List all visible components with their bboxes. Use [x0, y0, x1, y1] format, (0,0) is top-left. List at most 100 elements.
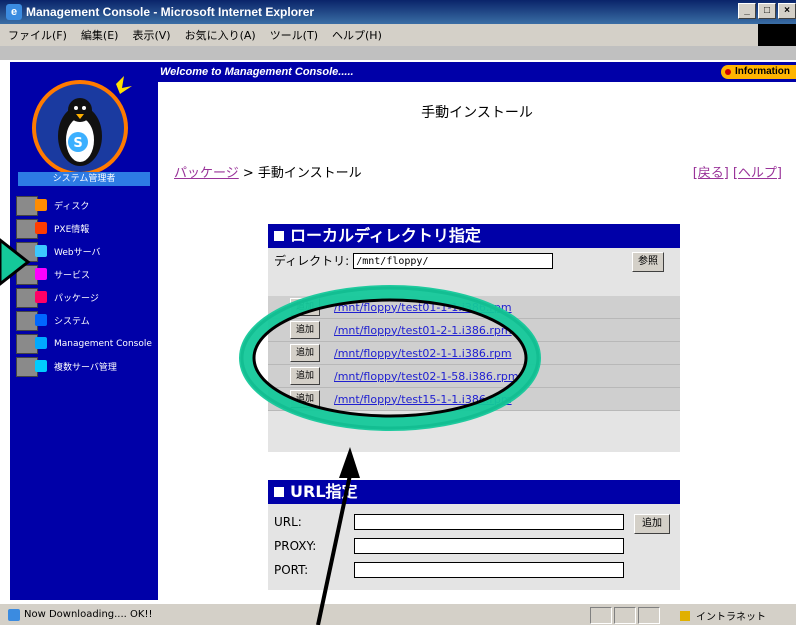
- directory-row: ディレクトリ: /mnt/floppy/: [274, 252, 554, 269]
- information-button[interactable]: Information: [721, 65, 796, 79]
- directory-input[interactable]: /mnt/floppy/: [353, 252, 554, 269]
- heading-square-icon: [274, 231, 284, 241]
- browse-button[interactable]: 参照: [632, 252, 664, 272]
- sidebar-item-multi-server[interactable]: 複数サーバ管理: [16, 355, 156, 378]
- list-item: 追加 /mnt/floppy/test01-2-1.i386.rpm: [268, 319, 680, 342]
- package-link[interactable]: /mnt/floppy/test15-1-1.i386.rpm: [334, 393, 512, 406]
- welcome-text: Welcome to Management Console.....: [160, 66, 354, 78]
- sidebar-item-label: パッケージ: [54, 294, 99, 304]
- add-package-button[interactable]: 追加: [290, 321, 320, 339]
- url-heading: URL指定: [268, 480, 680, 504]
- local-directory-heading: ローカルディレクトリ指定: [268, 224, 680, 248]
- port-input[interactable]: [354, 562, 624, 578]
- windows-logo-icon: [758, 24, 796, 46]
- breadcrumb-current: 手動インストール: [257, 166, 362, 181]
- list-item: 追加 /mnt/floppy/test02-1-58.i386.rpm: [268, 365, 680, 388]
- package-link[interactable]: /mnt/floppy/test02-1-1.i386.rpm: [334, 347, 512, 360]
- svg-text:S: S: [73, 136, 82, 151]
- status-segment: [614, 607, 636, 624]
- zone-text: イントラネット: [696, 612, 766, 623]
- disk-icon: [16, 195, 47, 216]
- lock-icon: [680, 610, 690, 621]
- add-package-button[interactable]: 追加: [290, 390, 320, 408]
- close-button[interactable]: ×: [778, 3, 796, 19]
- list-item: 追加 /mnt/floppy/test02-1-1.i386.rpm: [268, 342, 680, 365]
- menu-tools[interactable]: ツール(T): [270, 27, 318, 43]
- package-link[interactable]: /mnt/floppy/test01-1-1.i386.rpm: [334, 301, 512, 314]
- maximize-button[interactable]: □: [758, 3, 776, 19]
- page-title: 手動インストール: [421, 105, 533, 121]
- breadcrumb: パッケージ > 手動インストール: [174, 162, 362, 181]
- menu-help[interactable]: ヘルプ(H): [332, 27, 382, 43]
- top-links: [戻る] [ヘルプ]: [689, 162, 782, 181]
- sidebar: S システム管理者 ディスク PXE情報 Webサーバ サービス パッケージ シ…: [10, 62, 158, 600]
- frame-border: [0, 46, 796, 60]
- sidebar-item-service[interactable]: サービス: [16, 263, 156, 286]
- pxe-icon: [16, 218, 47, 239]
- sidebar-item-label: PXE情報: [54, 225, 90, 235]
- add-package-button[interactable]: 追加: [290, 298, 320, 316]
- window-controls: _ □ ×: [738, 3, 796, 19]
- sidebar-nav: ディスク PXE情報 Webサーバ サービス パッケージ システム Manage…: [16, 194, 156, 378]
- proxy-input[interactable]: [354, 538, 624, 554]
- status-text: Now Downloading.... OK!!: [24, 609, 153, 620]
- directory-label: ディレクトリ:: [274, 254, 350, 268]
- url-row: URL:: [274, 514, 624, 530]
- menu-favorites[interactable]: お気に入り(A): [185, 27, 256, 43]
- local-directory-heading-text: ローカルディレクトリ指定: [290, 226, 481, 245]
- window-title: Management Console - Microsoft Internet …: [26, 5, 315, 19]
- sidebar-item-system[interactable]: システム: [16, 309, 156, 332]
- port-label: PORT:: [274, 563, 309, 577]
- sidebar-item-label: システム: [54, 317, 90, 327]
- breadcrumb-separator: >: [238, 166, 258, 181]
- browser-window: e Management Console - Microsoft Interne…: [0, 0, 796, 625]
- proxy-row: PROXY:: [274, 538, 624, 554]
- menu-edit[interactable]: 編集(E): [81, 27, 119, 43]
- package-icon: [16, 287, 47, 308]
- welcome-bar: Welcome to Management Console..... Infor…: [158, 62, 796, 82]
- status-segment: [590, 607, 612, 624]
- status-bar: Now Downloading.... OK!! イントラネット: [0, 604, 796, 625]
- sidebar-item-label: ディスク: [54, 202, 90, 212]
- main-content: Welcome to Management Console..... Infor…: [158, 62, 796, 600]
- sidebar-item-label: Webサーバ: [54, 248, 101, 258]
- url-panel: URL指定 URL: 追加 PROXY: PORT:: [268, 480, 680, 590]
- sidebar-item-package[interactable]: パッケージ: [16, 286, 156, 309]
- webserver-icon: [16, 241, 47, 262]
- sidebar-item-webserver[interactable]: Webサーバ: [16, 240, 156, 263]
- heading-square-icon: [274, 487, 284, 497]
- sidebar-item-pxe[interactable]: PXE情報: [16, 217, 156, 240]
- add-package-button[interactable]: 追加: [290, 344, 320, 362]
- sidebar-item-disk[interactable]: ディスク: [16, 194, 156, 217]
- url-heading-text: URL指定: [290, 482, 358, 501]
- back-link[interactable]: [戻る]: [693, 166, 729, 181]
- page-done-icon: [8, 608, 20, 621]
- list-item: 追加 /mnt/floppy/test01-1-1.i386.rpm: [268, 296, 680, 319]
- sidebar-item-label: 複数サーバ管理: [54, 363, 117, 373]
- url-label: URL:: [274, 515, 302, 529]
- add-package-button[interactable]: 追加: [290, 367, 320, 385]
- proxy-label: PROXY:: [274, 539, 317, 553]
- status-segment: [638, 607, 660, 624]
- internet-explorer-icon: e: [6, 4, 22, 20]
- help-link[interactable]: [ヘルプ]: [733, 166, 782, 181]
- sidebar-item-management-console[interactable]: Management Console: [16, 332, 156, 355]
- add-url-button[interactable]: 追加: [634, 514, 670, 534]
- package-link[interactable]: /mnt/floppy/test01-2-1.i386.rpm: [334, 324, 512, 337]
- sidebar-item-label: Management Console: [54, 338, 152, 349]
- security-zone: イントラネット: [680, 608, 766, 623]
- menu-bar: ファイル(F) 編集(E) 表示(V) お気に入り(A) ツール(T) ヘルプ(…: [0, 24, 796, 46]
- minimize-button[interactable]: _: [738, 3, 756, 19]
- multi-server-icon: [16, 356, 47, 377]
- list-item: 追加 /mnt/floppy/test15-1-1.i386.rpm: [268, 388, 680, 411]
- system-icon: [16, 310, 47, 331]
- package-link[interactable]: /mnt/floppy/test02-1-58.i386.rpm: [334, 370, 519, 383]
- url-input[interactable]: [354, 514, 624, 530]
- breadcrumb-package-link[interactable]: パッケージ: [174, 166, 239, 181]
- menu-file[interactable]: ファイル(F): [8, 27, 67, 43]
- menu-view[interactable]: 表示(V): [132, 27, 170, 43]
- port-row: PORT:: [274, 562, 624, 578]
- title-bar: e Management Console - Microsoft Interne…: [0, 0, 796, 24]
- local-directory-panel: ローカルディレクトリ指定 ディレクトリ: /mnt/floppy/ 参照 追加 …: [268, 224, 680, 452]
- service-icon: [16, 264, 47, 285]
